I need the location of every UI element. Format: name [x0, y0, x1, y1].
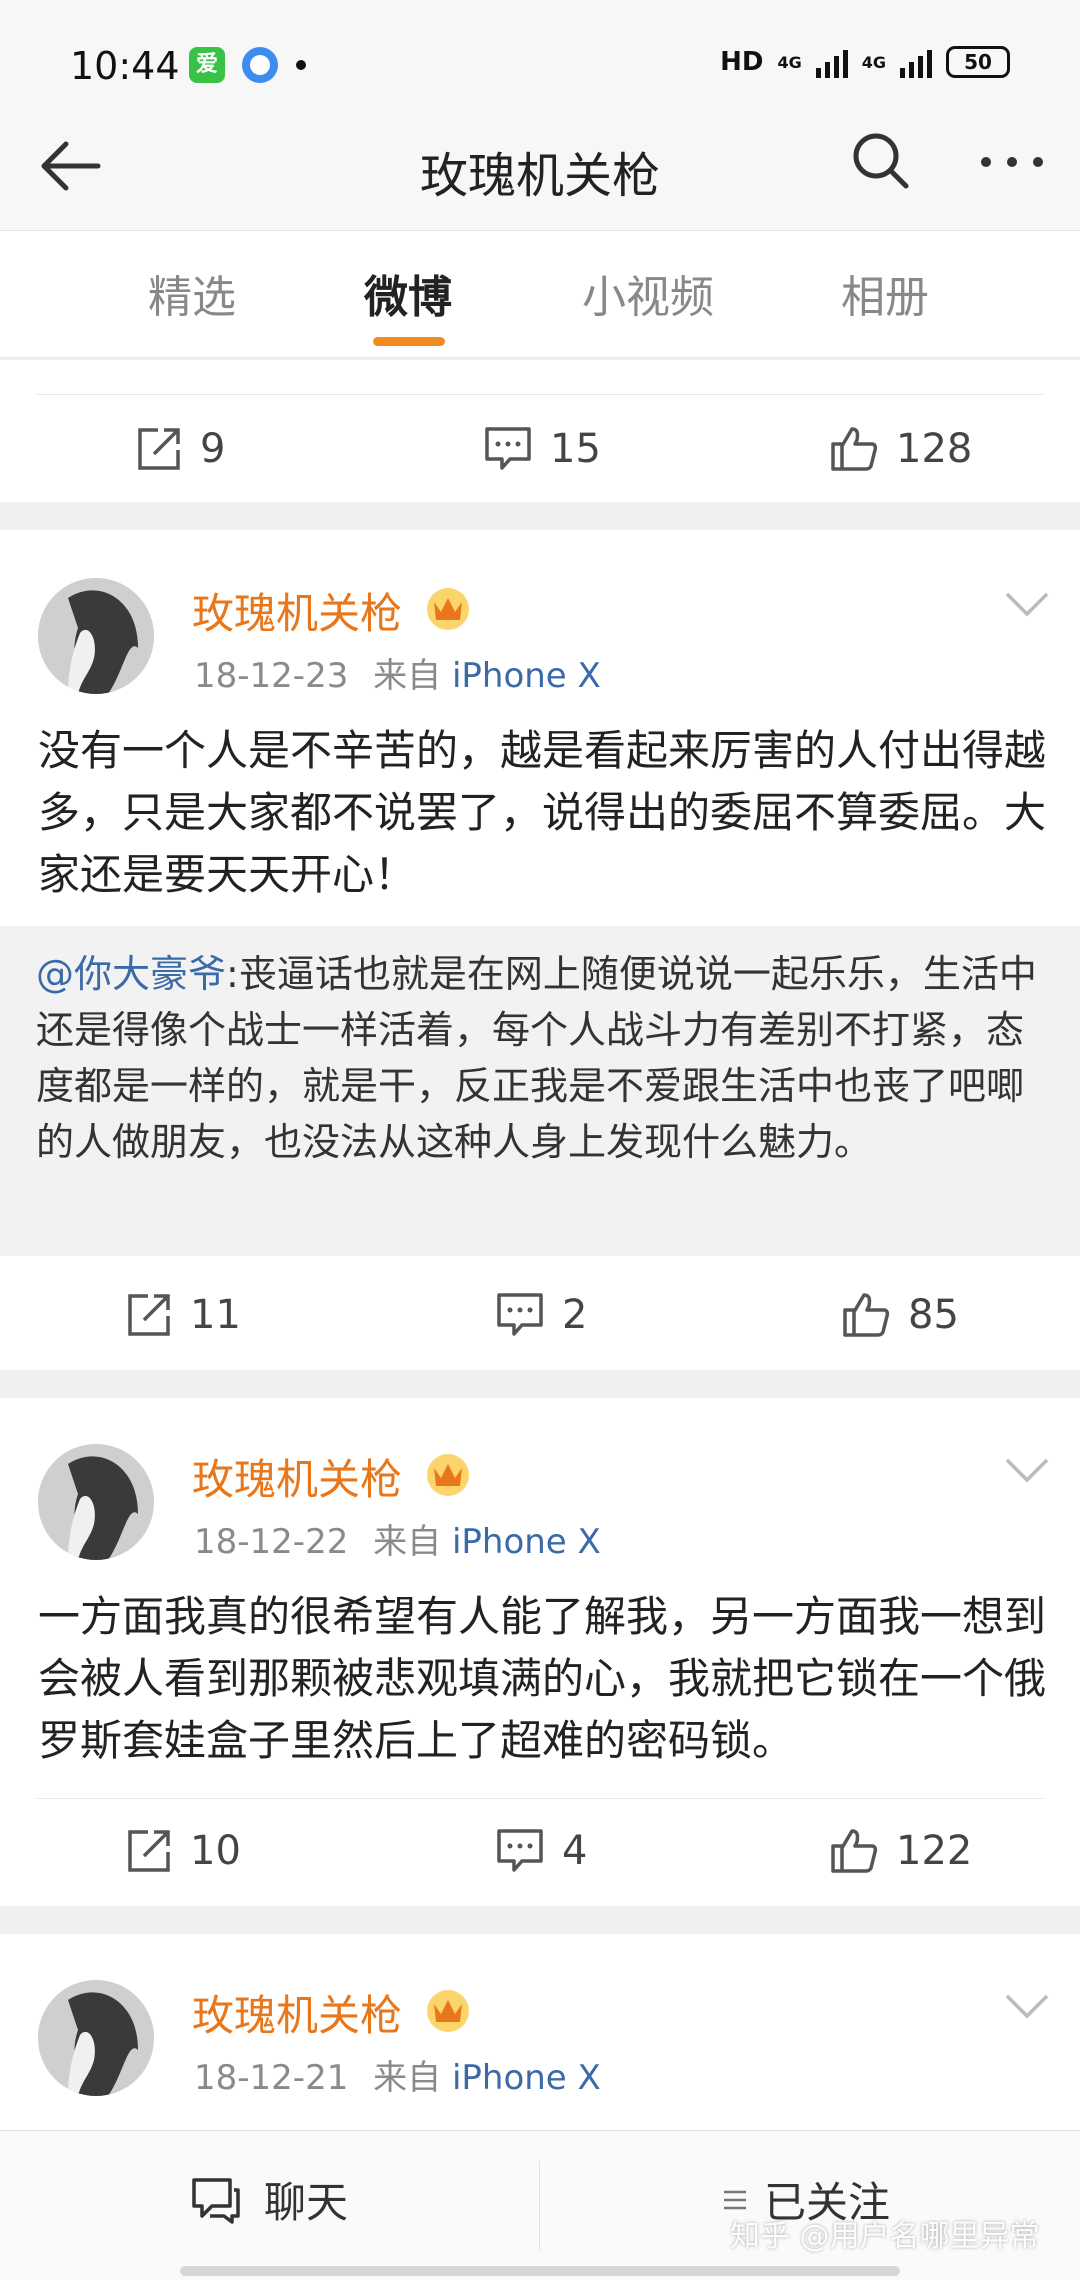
menu-lines-icon: [724, 2190, 746, 2209]
battery-icon: 50: [946, 46, 1010, 78]
repost-icon: [138, 428, 180, 470]
search-icon[interactable]: [848, 128, 912, 192]
divider: [36, 1798, 1044, 1799]
tab-short-video[interactable]: 小视频: [582, 261, 714, 325]
retweet-quote: @你大豪爷:丧逼话也就是在网上随便说说一起乐乐，生活中还是得像个战士一样活着，每…: [0, 926, 1080, 1256]
hd-indicator: HD: [720, 47, 764, 77]
avatar[interactable]: [38, 1444, 154, 1560]
comment-icon: [485, 427, 531, 470]
active-tab-indicator: [373, 337, 445, 346]
page-title: 玫瑰机关枪: [419, 148, 660, 204]
post-card-partial: 9 15 128: [0, 360, 1080, 502]
watermark: 知乎 @用户名哪里异常: [730, 2219, 1040, 2254]
like-button[interactable]: 85: [842, 1292, 959, 1338]
author-name[interactable]: 玫瑰机关枪: [192, 580, 402, 641]
post-source[interactable]: iPhone X: [452, 656, 601, 696]
post-meta: 18-12-22 来自 iPhone X: [194, 1514, 601, 1563]
iqiyi-icon: 爱: [189, 47, 225, 83]
repost-count: 9: [200, 426, 226, 472]
source-prefix: 来自: [373, 1522, 442, 1562]
vip-crown-icon: [427, 1454, 469, 1496]
tab-bar: 精选 微博 小视频 相册: [0, 230, 1080, 358]
source-prefix: 来自: [373, 2058, 442, 2098]
post-content: 没有一个人是不辛苦的，越是看起来厉害的人付出得越多，只是大家都不说罢了，说得出的…: [38, 726, 1047, 899]
qq-browser-icon: [242, 47, 278, 83]
comment-count: 2: [562, 1292, 588, 1338]
post-source[interactable]: iPhone X: [452, 2058, 601, 2098]
avatar[interactable]: [38, 578, 154, 694]
post-meta: 18-12-21 来自 iPhone X: [194, 2050, 601, 2099]
post-date: 18-12-23: [194, 656, 349, 696]
chevron-down-icon[interactable]: [1004, 1992, 1050, 2020]
more-icon[interactable]: [978, 152, 1046, 172]
repost-count: 11: [190, 1292, 241, 1338]
source-prefix: 来自: [373, 656, 442, 696]
thumbs-up-icon: [831, 1829, 878, 1873]
author-name[interactable]: 玫瑰机关枪: [192, 1446, 402, 1507]
post-meta: 18-12-23 来自 iPhone X: [194, 648, 601, 697]
repost-button[interactable]: 11: [126, 1292, 241, 1338]
like-count: 85: [908, 1292, 959, 1338]
post-card: 玫瑰机关枪 18-12-22 来自 iPhone X 一方面我真的很希望有人能了…: [0, 1398, 1080, 1906]
like-count: 128: [896, 426, 973, 472]
tab-featured[interactable]: 精选: [148, 261, 236, 325]
avatar[interactable]: [38, 1980, 154, 2096]
comment-button[interactable]: 15: [484, 426, 601, 472]
repost-count: 10: [190, 1828, 241, 1874]
chevron-down-icon[interactable]: [1004, 590, 1050, 618]
chat-label: 聊天: [264, 2178, 349, 2227]
post-source[interactable]: iPhone X: [452, 1522, 601, 1562]
bottom-action-bar: 聊天 已关注 知乎 @用户名哪里异常: [0, 2130, 1080, 2280]
comment-icon: [497, 1829, 543, 1872]
chevron-down-icon[interactable]: [1004, 1456, 1050, 1484]
home-indicator: [180, 2266, 900, 2276]
comment-count: 15: [550, 426, 601, 472]
vip-crown-icon: [427, 588, 469, 630]
status-time: 10:44: [70, 44, 180, 88]
tab-weibo[interactable]: 微博: [364, 261, 452, 325]
signal-2-label: 4G: [861, 52, 886, 72]
repost-button[interactable]: 10: [126, 1828, 241, 1874]
notification-dot-icon: [296, 60, 306, 70]
divider: [539, 2161, 540, 2251]
post-date: 18-12-22: [194, 1522, 349, 1562]
chat-icon: [192, 2177, 240, 2224]
like-button[interactable]: 128: [830, 426, 972, 472]
vip-crown-icon: [427, 1990, 469, 2032]
comment-button[interactable]: 4: [496, 1828, 587, 1874]
repost-icon: [128, 1294, 170, 1336]
repost-icon: [128, 1830, 170, 1872]
comment-icon: [497, 1293, 543, 1336]
author-name[interactable]: 玫瑰机关枪: [192, 1982, 402, 2043]
like-count: 122: [896, 1828, 973, 1874]
divider: [36, 394, 1044, 395]
signal-1-icon: [815, 46, 848, 78]
comment-button[interactable]: 2: [496, 1292, 587, 1338]
like-button[interactable]: 122: [830, 1828, 972, 1874]
quote-mention[interactable]: @你大豪爷: [36, 952, 226, 996]
post-date: 18-12-21: [194, 2058, 349, 2098]
chat-button[interactable]: 聊天: [190, 2169, 348, 2230]
thumbs-up-icon: [843, 1293, 890, 1337]
post-card: 玫瑰机关枪 18-12-21 来自 iPhone X: [0, 1934, 1080, 2130]
signal-2-icon: [900, 46, 932, 78]
repost-button[interactable]: 9: [136, 426, 225, 472]
tab-album[interactable]: 相册: [841, 261, 929, 325]
title-bar: 玫瑰机关枪: [0, 100, 1080, 230]
thumbs-up-icon: [831, 427, 878, 471]
post-content: 一方面我真的很希望有人能了解我，另一方面我一想到会被人看到那颗被悲观填满的心，我…: [38, 1592, 1047, 1765]
post-card: 玫瑰机关枪 18-12-23 来自 iPhone X 没有一个人是不辛苦的，越是…: [0, 530, 1080, 1370]
comment-count: 4: [562, 1828, 588, 1874]
signal-1-label: 4G: [777, 52, 802, 72]
status-indicators: HD 4G 4G 50: [720, 46, 1010, 78]
